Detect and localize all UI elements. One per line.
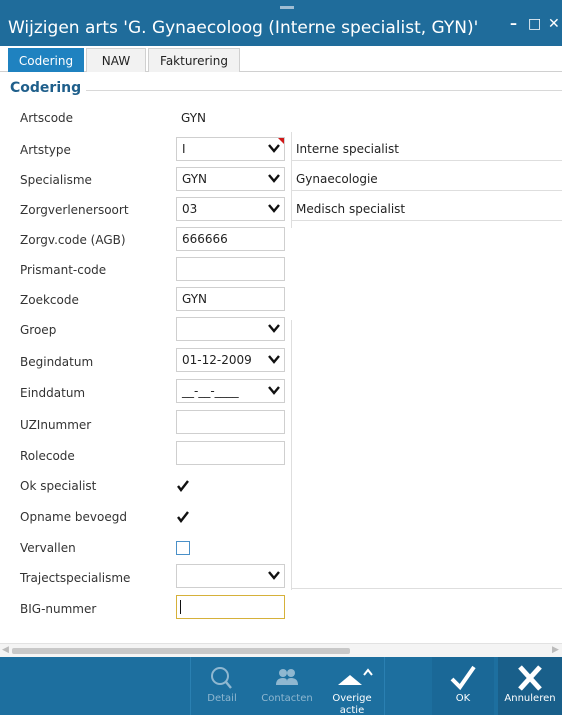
einddatum-picker[interactable]: __-__-____	[176, 379, 285, 403]
artscode-label: Artscode	[20, 111, 74, 125]
chevron-down-icon[interactable]	[267, 321, 281, 335]
prismant-code-input[interactable]	[176, 257, 285, 281]
contacten-button[interactable]: Contacten	[254, 657, 320, 715]
specialisme-select[interactable]: GYN	[176, 167, 285, 191]
drag-grip-icon[interactable]	[280, 6, 294, 9]
tab-bar: Codering NAW Fakturering	[0, 46, 562, 72]
ok-specialist-checkbox[interactable]	[176, 479, 190, 493]
opname-bevoegd-label: Opname bevoegd	[20, 510, 127, 524]
scroll-right-icon[interactable]: ▶	[552, 645, 559, 655]
zorgv-code-input[interactable]: 666666	[176, 227, 285, 251]
big-nummer-input[interactable]	[176, 595, 285, 619]
trajectspecialisme-select[interactable]	[176, 564, 285, 588]
ok-button[interactable]: OK	[432, 657, 494, 715]
rolecode-label: Rolecode	[20, 449, 75, 463]
begindatum-label: Begindatum	[20, 355, 94, 369]
artstype-select[interactable]: I	[176, 137, 285, 161]
contacten-label: Contacten	[261, 693, 313, 704]
vervallen-label: Vervallen	[20, 541, 76, 555]
chevron-down-icon[interactable]	[267, 352, 281, 366]
big-nummer-label: BIG-nummer	[20, 602, 97, 616]
chevron-down-icon[interactable]	[267, 568, 281, 582]
horizontal-scrollbar[interactable]: ◀ ▶	[0, 643, 562, 657]
einddatum-value: __-__-____	[182, 384, 239, 398]
tab-fakturering[interactable]: Fakturering	[148, 48, 240, 72]
tab-codering[interactable]: Codering	[8, 48, 84, 72]
scrollbar-thumb[interactable]	[12, 648, 350, 654]
text-caret	[180, 600, 181, 614]
overige-actie-label: Overige actie	[332, 693, 372, 715]
people-icon	[276, 669, 298, 685]
rolecode-input[interactable]	[176, 441, 285, 465]
minimize-button[interactable]: –	[510, 16, 517, 32]
checkmark-icon	[450, 665, 476, 691]
einddatum-label: Einddatum	[20, 386, 86, 400]
ok-specialist-label: Ok specialist	[20, 479, 97, 493]
row-divider	[292, 588, 562, 589]
scroll-left-icon[interactable]: ◀	[2, 645, 9, 655]
zorgv-code-label: Zorgv.code (AGB)	[20, 233, 126, 247]
opname-bevoegd-checkbox[interactable]	[176, 510, 190, 524]
groep-select[interactable]	[176, 317, 285, 341]
chevron-down-icon[interactable]	[267, 383, 281, 397]
zorgverlenersoort-label: Zorgverlenersoort	[20, 203, 129, 217]
artstype-value: I	[182, 142, 186, 156]
chevron-down-icon[interactable]	[267, 171, 281, 185]
maximize-button[interactable]: □	[528, 16, 541, 32]
chevron-down-icon[interactable]	[267, 201, 281, 215]
annuleren-label: Annuleren	[504, 693, 556, 704]
uzinummer-label: UZInummer	[20, 418, 92, 432]
detail-button[interactable]: Detail	[190, 657, 254, 715]
artstype-description: Interne specialist	[292, 137, 562, 161]
tab-naw[interactable]: NAW	[86, 48, 146, 72]
annuleren-button[interactable]: Annuleren	[498, 657, 562, 715]
column-divider	[291, 320, 292, 590]
section-title: Codering	[10, 80, 82, 96]
x-icon	[518, 665, 542, 691]
uzinummer-input[interactable]	[176, 410, 285, 434]
close-button[interactable]: ✕	[548, 16, 560, 32]
begindatum-value: 01-12-2009	[182, 353, 252, 367]
specialisme-label: Specialisme	[20, 173, 92, 187]
search-icon	[211, 667, 232, 689]
specialisme-description: Gynaecologie	[292, 167, 562, 191]
section-divider	[86, 90, 562, 91]
detail-label: Detail	[207, 693, 237, 704]
zoekcode-label: Zoekcode	[20, 293, 79, 307]
trajectspecialisme-label: Trajectspecialisme	[20, 571, 131, 585]
zoekcode-input[interactable]: GYN	[176, 287, 285, 311]
zorgverlenersoort-description: Medisch specialist	[292, 197, 562, 221]
groep-label: Groep	[20, 323, 57, 337]
bottom-toolbar: Detail Contacten Overige actie OK Annule…	[0, 657, 562, 715]
arrow-up-icon	[338, 668, 373, 685]
zorgverlenersoort-value: 03	[182, 202, 198, 216]
chevron-down-icon[interactable]	[267, 141, 281, 155]
specialisme-value: GYN	[182, 172, 208, 186]
ok-label: OK	[455, 693, 471, 704]
window-title: Wijzigen arts 'G. Gynaecoloog (Interne s…	[8, 18, 479, 38]
toolbar-separator	[384, 657, 385, 715]
vervallen-checkbox[interactable]	[176, 541, 190, 555]
zorgverlenersoort-select[interactable]: 03	[176, 197, 285, 221]
begindatum-picker[interactable]: 01-12-2009	[176, 348, 285, 372]
artscode-value: GYN	[181, 111, 207, 125]
window-titlebar[interactable]: Wijzigen arts 'G. Gynaecoloog (Interne s…	[0, 0, 562, 46]
overige-actie-button[interactable]: Overige actie	[320, 657, 384, 715]
prismant-code-label: Prismant-code	[20, 263, 107, 277]
artstype-label: Artstype	[20, 143, 71, 157]
